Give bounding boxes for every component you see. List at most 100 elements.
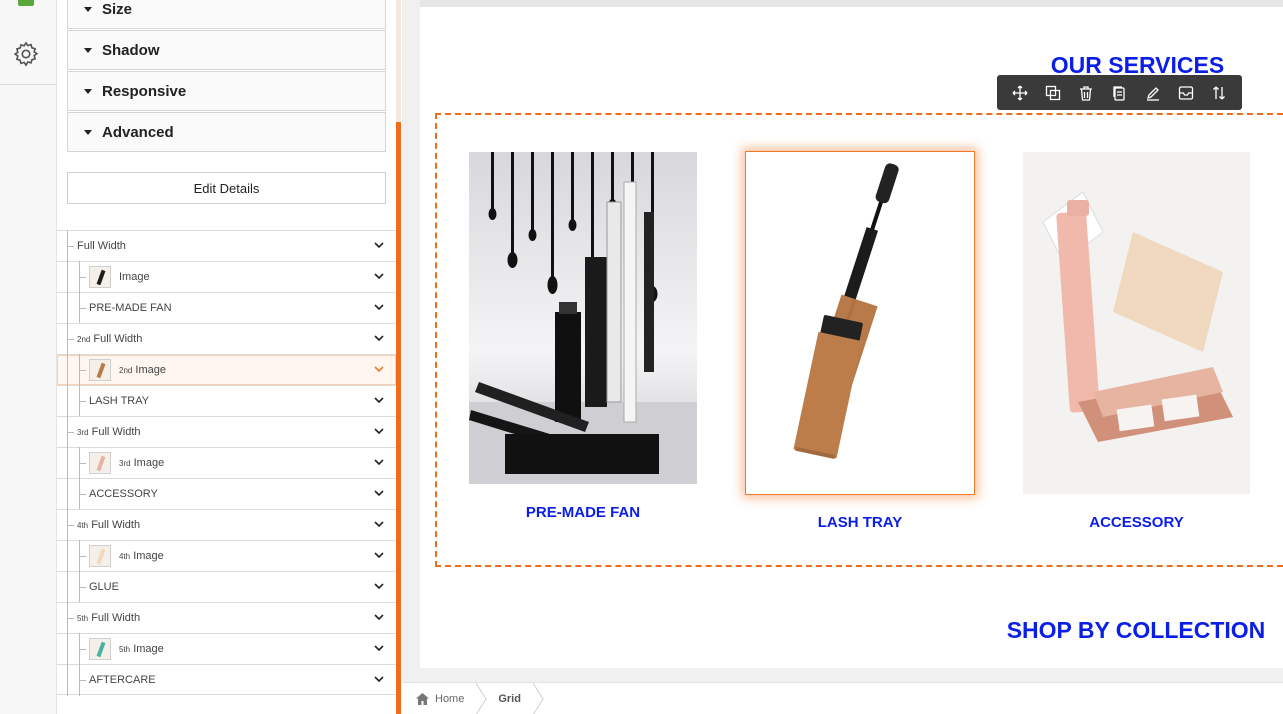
- breadcrumb-current[interactable]: Grid: [498, 693, 521, 705]
- tree-row-label: PRE-MADE FAN: [89, 302, 172, 314]
- tree-row-label: ACCESSORY: [89, 488, 158, 500]
- thumbnail-mark: [96, 269, 106, 286]
- chevron-down-icon[interactable]: [374, 333, 384, 343]
- tree-row-prefix: 3rd: [77, 427, 89, 437]
- section-size[interactable]: Size: [67, 0, 386, 29]
- panel-scrollbar-thumb[interactable]: [396, 122, 401, 714]
- settings-panel: Size Shadow Responsive Advanced Edit Det…: [57, 0, 396, 714]
- chevron-down-icon[interactable]: [374, 488, 384, 498]
- canvas-top-strip: [420, 0, 1283, 7]
- image-thumbnail: [89, 545, 111, 567]
- tree-guide-line: [79, 463, 86, 464]
- tree-row-prefix: 2nd: [119, 365, 133, 375]
- chevron-down-icon[interactable]: [374, 550, 384, 560]
- image-thumbnail: [89, 638, 111, 660]
- section-shadow[interactable]: Shadow: [67, 30, 386, 70]
- tree-row-caption[interactable]: GLUE: [57, 571, 396, 603]
- edit-icon[interactable]: [1144, 84, 1162, 102]
- card-caption-lash-tray[interactable]: LASH TRAY: [745, 514, 975, 531]
- tree-row-section[interactable]: 4th Full Width: [57, 509, 396, 541]
- breadcrumb-home-label: Home: [435, 692, 465, 705]
- reorder-icon[interactable]: [1210, 84, 1228, 102]
- gear-icon[interactable]: [12, 40, 40, 68]
- tree-row-prefix: 3rd: [119, 458, 131, 468]
- tree-guide-line: [67, 246, 74, 247]
- tree-guide-line: [67, 633, 68, 665]
- tree-guide-line: [79, 494, 86, 495]
- tree-row-label: Image: [133, 550, 164, 562]
- duplicate-icon[interactable]: [1110, 84, 1128, 102]
- chevron-down-icon[interactable]: [374, 612, 384, 622]
- tree-row-section[interactable]: 5th Full Width: [57, 602, 396, 634]
- tree-row-image[interactable]: 5th Image: [57, 633, 396, 665]
- section-label: Shadow: [102, 41, 160, 59]
- tree-row-section[interactable]: 3rd Full Width: [57, 416, 396, 448]
- tree-row-section[interactable]: Full Width: [57, 230, 396, 262]
- chevron-down-icon[interactable]: [374, 457, 384, 467]
- chevron-down-icon[interactable]: [374, 364, 384, 374]
- caret-down-icon: [84, 6, 92, 12]
- edit-details-button[interactable]: Edit Details: [67, 172, 386, 204]
- tree-row-label: GLUE: [89, 581, 119, 593]
- tree-row-label: Full Width: [91, 519, 141, 531]
- tree-guide-line: [67, 261, 68, 293]
- app-logo-icon[interactable]: [18, 0, 34, 6]
- tree-guide-line: [79, 587, 86, 588]
- thumbnail-mark: [96, 455, 106, 472]
- move-icon[interactable]: [1011, 84, 1029, 102]
- thumbnail-mark: [96, 362, 106, 379]
- chevron-down-icon[interactable]: [374, 674, 384, 684]
- panel-scrollbar-track[interactable]: [396, 0, 401, 122]
- card-caption-premade-fan[interactable]: PRE-MADE FAN: [469, 504, 697, 521]
- tree-row-label: Image: [119, 271, 150, 283]
- tree-guide-line: [67, 447, 68, 479]
- tree-row-image[interactable]: 2nd Image: [57, 354, 396, 386]
- tree-row-label: LASH TRAY: [89, 395, 150, 407]
- caret-down-icon: [84, 47, 92, 53]
- tree-row-image[interactable]: 3rd Image: [57, 447, 396, 479]
- tree-row-label: Image: [135, 364, 166, 376]
- card-image-accessory[interactable]: [1023, 152, 1250, 494]
- resize-icon[interactable]: [1044, 84, 1062, 102]
- tree-guide-line: [67, 292, 68, 324]
- collection-title[interactable]: SHOP BY COLLECTION: [990, 617, 1282, 644]
- tree-row-label: Full Width: [91, 426, 141, 438]
- element-toolbar: [997, 75, 1242, 110]
- save-block-icon[interactable]: [1177, 84, 1195, 102]
- layer-tree: Full Width Image PRE-MADE FAN 2nd Full Widt…: [57, 230, 396, 696]
- card-image-eyeliner[interactable]: [469, 152, 697, 484]
- breadcrumb-home[interactable]: Home: [416, 692, 465, 705]
- section-responsive[interactable]: Responsive: [67, 71, 386, 111]
- tree-row-caption[interactable]: ACCESSORY: [57, 478, 396, 510]
- trash-icon[interactable]: [1077, 84, 1095, 102]
- chevron-down-icon[interactable]: [374, 271, 384, 281]
- tree-row-image[interactable]: 4th Image: [57, 540, 396, 572]
- tree-row-label: Full Width: [77, 240, 126, 252]
- chevron-down-icon[interactable]: [374, 302, 384, 312]
- chevron-down-icon[interactable]: [374, 426, 384, 436]
- chevron-down-icon[interactable]: [374, 395, 384, 405]
- rail-divider: [0, 84, 57, 85]
- tree-row-prefix: 5th: [77, 613, 89, 623]
- tree-row-label: Image: [133, 457, 165, 469]
- chevron-down-icon[interactable]: [374, 240, 384, 250]
- icon-rail: [0, 0, 57, 714]
- tree-guide-line: [67, 432, 74, 433]
- tree-guide-line: [79, 370, 86, 371]
- tree-guide-line: [67, 540, 68, 572]
- card-caption-accessory[interactable]: ACCESSORY: [1023, 514, 1250, 531]
- tree-guide-line: [67, 478, 68, 510]
- tree-row-image[interactable]: Image: [57, 261, 396, 293]
- tree-row-caption[interactable]: PRE-MADE FAN: [57, 292, 396, 324]
- tree-row-caption[interactable]: AFTERCARE: [57, 664, 396, 696]
- tree-row-section[interactable]: 2nd Full Width: [57, 323, 396, 355]
- chevron-down-icon[interactable]: [374, 519, 384, 529]
- caret-down-icon: [84, 129, 92, 135]
- chevron-down-icon[interactable]: [374, 581, 384, 591]
- section-advanced[interactable]: Advanced: [67, 112, 386, 152]
- page-builder-app: Size Shadow Responsive Advanced Edit Det…: [0, 0, 1283, 714]
- tree-row-caption[interactable]: LASH TRAY: [57, 385, 396, 417]
- tree-row-label: Full Width: [93, 333, 143, 345]
- chevron-down-icon[interactable]: [374, 643, 384, 653]
- card-image-mascara[interactable]: [745, 151, 975, 495]
